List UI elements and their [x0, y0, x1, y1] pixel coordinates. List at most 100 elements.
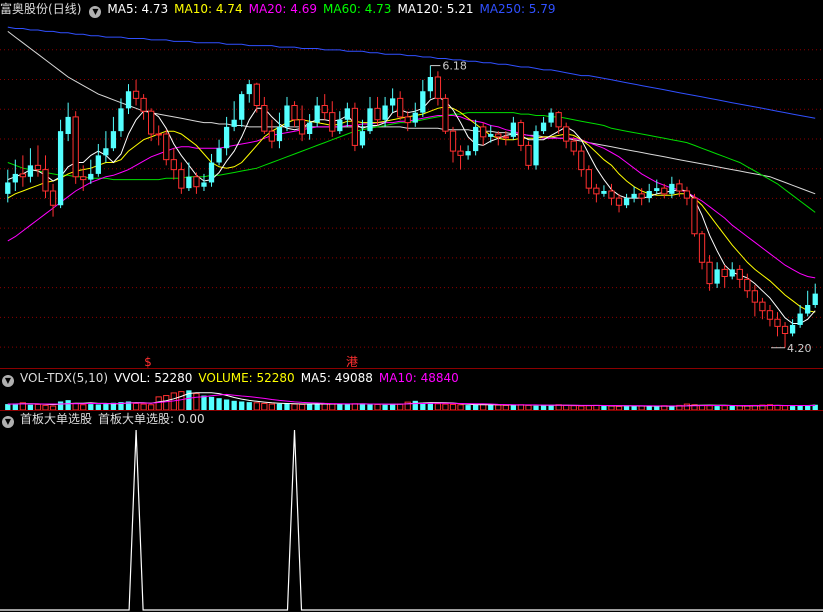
candle-body — [510, 122, 517, 137]
volume-bar — [178, 391, 185, 410]
volume-label: VOLUME: 52280 — [198, 371, 295, 385]
candle-body — [563, 126, 570, 142]
price-header: 富奥股份(日线) ▼ MA5: 4.73 MA10: 4.74 MA20: 4.69 MA… — [0, 0, 568, 18]
ma-label: MA20: 4.69 — [248, 2, 318, 16]
candle-body — [449, 130, 457, 152]
candle-body — [298, 119, 306, 135]
candle-body — [654, 188, 660, 191]
volume-bar — [155, 396, 162, 410]
indicator-pane: ▼ 首板大单选股 首板大单选股: 0.00 — [0, 410, 823, 612]
indicator-name[interactable]: 首板大单选股 — [20, 412, 92, 426]
volume-bar — [65, 400, 71, 410]
candle-body — [631, 193, 637, 199]
candle-body — [223, 126, 230, 149]
candle-body — [480, 126, 487, 138]
candle-body — [284, 105, 290, 127]
signal-line — [0, 429, 823, 611]
volume-bar — [163, 395, 170, 410]
collapse-icon[interactable]: ▼ — [2, 375, 14, 387]
volume-bar — [239, 401, 245, 410]
candle-body — [548, 112, 554, 123]
volume-bar — [223, 399, 230, 410]
candle-body — [125, 91, 132, 109]
candle-body — [132, 90, 140, 99]
candle-body — [412, 112, 418, 123]
candle-body — [578, 150, 585, 171]
candle-body — [216, 148, 222, 163]
volume-header: ▼ VOL-TDX(5,10) VVOL: 52280 VOLUME: 52280 MA… — [0, 369, 471, 387]
candle-body — [698, 233, 706, 263]
candle-body — [729, 269, 735, 277]
collapse-icon[interactable]: ▼ — [2, 416, 14, 428]
candle-body — [570, 140, 577, 152]
candle-body — [555, 112, 562, 128]
candle-body — [766, 310, 774, 320]
candle-body — [533, 131, 539, 166]
candle-body — [646, 191, 652, 199]
candle-body — [261, 105, 268, 132]
candle-body — [321, 105, 328, 114]
collapse-icon[interactable]: ▼ — [89, 6, 102, 18]
candle-body — [812, 293, 818, 305]
volume-bar — [201, 395, 207, 410]
candle-body — [186, 176, 192, 189]
period-label[interactable]: (日线) — [48, 2, 81, 16]
candle-body — [118, 108, 124, 132]
candle-body — [314, 105, 320, 123]
candle-body — [34, 164, 42, 171]
candle-body — [661, 187, 668, 195]
candle-body — [751, 290, 758, 303]
candle-body — [676, 183, 683, 192]
candle-body — [691, 197, 698, 235]
indicator-chart[interactable] — [0, 410, 823, 612]
candlestick-chart[interactable]: 6.18 4.20 $ 港 — [0, 0, 823, 368]
volume-indicator-name[interactable]: VOL-TDX(5,10) — [20, 371, 108, 385]
candle-body — [110, 131, 117, 149]
candle-body — [140, 97, 147, 112]
candle-body — [540, 122, 547, 132]
candle-body — [805, 305, 811, 314]
candle-body — [736, 268, 743, 280]
volume-pane: ▼ VOL-TDX(5,10) VVOL: 52280 VOLUME: 52280 MA… — [0, 369, 823, 410]
candle-body — [789, 324, 796, 334]
candle-body — [351, 107, 359, 146]
candle-body — [593, 187, 600, 195]
indicator-header: ▼ 首板大单选股 首板大单选股: 0.00 — [0, 410, 211, 428]
high-label: 6.18 — [442, 60, 467, 73]
candle-body — [744, 278, 751, 292]
candle-body — [525, 144, 532, 166]
candle-body — [208, 162, 215, 183]
event-marker[interactable]: 港 — [346, 355, 358, 368]
candle-body — [239, 94, 245, 120]
ma-label: MA60: 4.73 — [323, 2, 392, 16]
volume-label: MA5: 49088 — [300, 371, 373, 385]
candle-body — [65, 116, 71, 134]
ma-label: MA5: 4.73 — [107, 2, 169, 16]
candle-body — [517, 122, 525, 146]
candle-body — [473, 126, 479, 152]
event-marker[interactable]: $ — [144, 355, 152, 368]
candle-body — [397, 97, 404, 118]
candle-body — [367, 108, 373, 132]
candle-body — [382, 105, 388, 120]
volume-label: VVOL: 52280 — [114, 371, 193, 385]
price-pane: 富奥股份(日线) ▼ MA5: 4.73 MA10: 4.74 MA20: 4.69 MA… — [0, 0, 823, 368]
candle-body — [27, 165, 34, 177]
stock-name[interactable]: 富奥股份 — [0, 2, 48, 16]
candle-body — [148, 110, 155, 135]
candle-body — [155, 133, 162, 136]
candle-body — [502, 136, 509, 139]
volume-bar — [216, 398, 222, 410]
candle-body — [103, 148, 109, 156]
candle-body — [12, 173, 18, 183]
candle-body — [193, 176, 200, 188]
candle-body — [291, 105, 298, 121]
candle-body — [95, 155, 101, 174]
volume-bar — [253, 402, 260, 410]
ma-label: MA250: 5.79 — [479, 2, 556, 16]
candle-body — [759, 301, 766, 312]
candle-body — [781, 325, 789, 334]
candle-body — [465, 151, 471, 156]
candle-body — [721, 268, 728, 277]
volume-bar — [57, 401, 64, 410]
